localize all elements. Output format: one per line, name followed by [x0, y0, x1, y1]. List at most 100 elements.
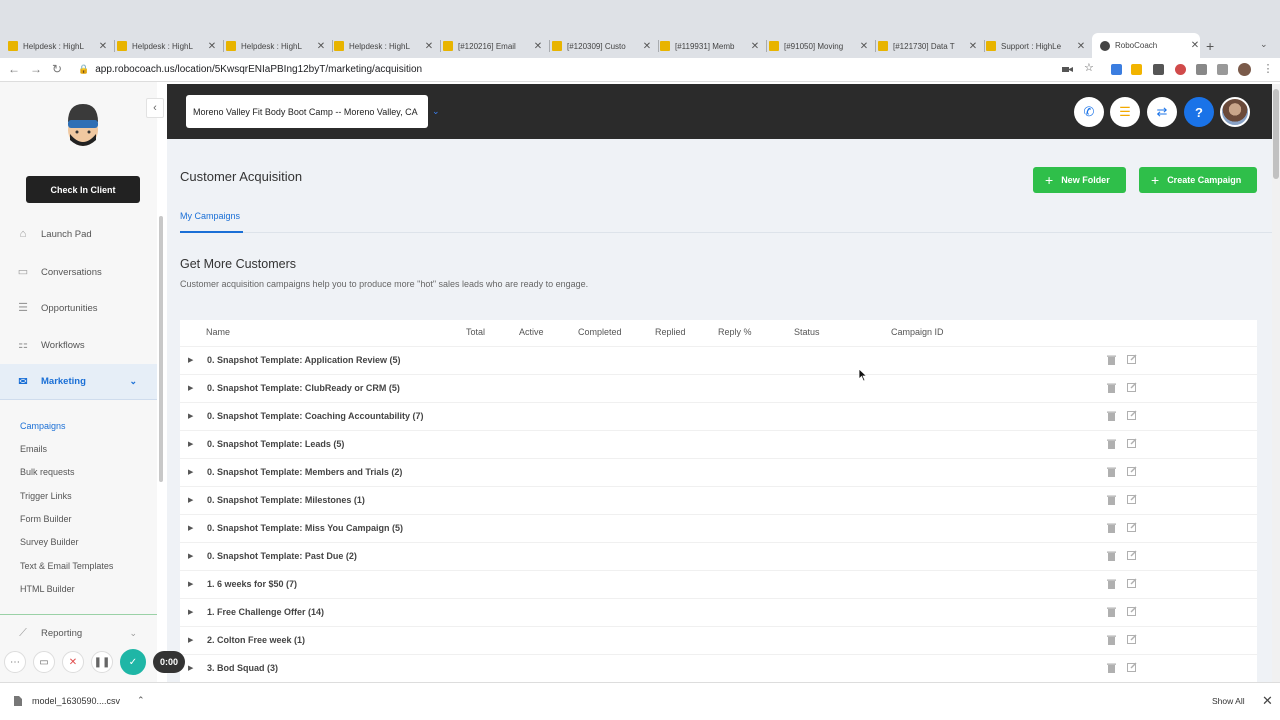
sidebar-item-conversations[interactable]: ▭ Conversations [0, 254, 157, 290]
extension-icon[interactable] [1131, 64, 1142, 75]
browser-tab[interactable]: Helpdesk : HighL ✕ [8, 35, 108, 57]
extension-icon[interactable] [1196, 64, 1207, 75]
browser-tab[interactable]: Helpdesk : HighL ✕ [117, 35, 217, 57]
back-icon[interactable]: ← [6, 62, 22, 76]
phone-icon[interactable]: ✆ [1074, 97, 1104, 127]
expand-triangle-icon[interactable]: ▶ [188, 412, 193, 420]
sidebar-sub-html-builder[interactable]: HTML Builder [20, 584, 75, 594]
close-tab-icon[interactable]: ✕ [750, 41, 760, 52]
table-row[interactable]: ▶ 0. Snapshot Template: Milestones (1) [180, 486, 1257, 514]
browser-tab[interactable]: Helpdesk : HighL ✕ [226, 35, 326, 57]
pause-icon[interactable]: ❚❚ [91, 651, 113, 673]
table-row[interactable]: ▶ 0. Snapshot Template: ClubReady or CRM … [180, 374, 1257, 402]
close-icon[interactable]: ✕ [1262, 693, 1273, 709]
expand-triangle-icon[interactable]: ▶ [188, 468, 193, 476]
user-avatar[interactable] [1220, 97, 1250, 127]
trash-icon[interactable] [1107, 607, 1116, 617]
edit-icon[interactable] [1127, 662, 1137, 672]
star-icon[interactable]: ☆ [1084, 61, 1095, 74]
column-header-campaign-id[interactable]: Campaign ID [891, 327, 944, 337]
trash-icon[interactable] [1107, 579, 1116, 589]
trash-icon[interactable] [1107, 551, 1116, 561]
browser-tab[interactable]: [#120216] Email ✕ [443, 35, 543, 57]
trash-icon[interactable] [1107, 355, 1116, 365]
sidebar-sub-bulk-requests[interactable]: Bulk requests [20, 467, 75, 477]
close-tab-icon[interactable]: ✕ [1190, 40, 1200, 51]
column-header-name[interactable]: Name [206, 327, 230, 337]
browser-tab[interactable]: [#91050] Moving ✕ [769, 35, 869, 57]
trash-icon[interactable] [1107, 439, 1116, 449]
campaign-folder-name[interactable]: 2. Colton Free week (1) [207, 635, 305, 645]
column-header-replied[interactable]: Replied [655, 327, 686, 337]
expand-triangle-icon[interactable]: ▶ [188, 384, 193, 392]
sidebar-item-marketing[interactable]: ✉ Marketing ⌄ [0, 364, 157, 400]
sidebar-item-opportunities[interactable]: ☰ Opportunities [0, 290, 157, 326]
browser-tab[interactable]: [#121730] Data T ✕ [878, 35, 978, 57]
check-in-client-button[interactable]: Check In Client [26, 176, 140, 203]
reload-icon[interactable]: ↻ [49, 62, 65, 76]
forward-icon[interactable]: → [28, 62, 44, 76]
table-row[interactable]: ▶ 0. Snapshot Template: Leads (5) [180, 430, 1257, 458]
trash-icon[interactable] [1107, 635, 1116, 645]
expand-triangle-icon[interactable]: ▶ [188, 636, 193, 644]
trash-icon[interactable] [1107, 523, 1116, 533]
edit-icon[interactable] [1127, 438, 1137, 448]
campaign-folder-name[interactable]: 0. Snapshot Template: Members and Trials… [207, 467, 402, 477]
edit-icon[interactable] [1127, 606, 1137, 616]
campaign-folder-name[interactable]: 3. Bod Squad (3) [207, 663, 278, 673]
expand-triangle-icon[interactable]: ▶ [188, 580, 193, 588]
close-tab-icon[interactable]: ✕ [1076, 41, 1086, 52]
table-row[interactable]: ▶ 1. Free Challenge Offer (14) [180, 598, 1257, 626]
camera-toggle-icon[interactable]: ▭ [33, 651, 55, 673]
expand-triangle-icon[interactable]: ▶ [188, 496, 193, 504]
browser-tab[interactable]: Support : HighLe ✕ [986, 35, 1086, 57]
table-row[interactable]: ▶ 0. Snapshot Template: Coaching Accounta… [180, 402, 1257, 430]
sidebar-item-launch-pad[interactable]: ⌂ Launch Pad [0, 216, 157, 252]
browser-tab[interactable]: RoboCoach ✕ [1092, 33, 1200, 58]
table-row[interactable]: ▶ 0. Snapshot Template: Members and Trial… [180, 458, 1257, 486]
table-row[interactable]: ▶ 0. Snapshot Template: Past Due (2) [180, 542, 1257, 570]
browser-tab[interactable]: Helpdesk : HighL ✕ [334, 35, 434, 57]
campaign-folder-name[interactable]: 0. Snapshot Template: ClubReady or CRM (… [207, 383, 400, 393]
sidebar-sub-trigger-links[interactable]: Trigger Links [20, 491, 72, 501]
url-field[interactable]: 🔒 app.robocoach.us/location/5KwsqrENIaPBI… [78, 64, 422, 75]
browser-tab[interactable]: [#119931] Memb ✕ [660, 35, 760, 57]
sidebar-sub-form-builder[interactable]: Form Builder [20, 514, 72, 524]
column-header-reply-percent[interactable]: Reply % [718, 327, 752, 337]
close-tab-icon[interactable]: ✕ [859, 41, 869, 52]
edit-icon[interactable] [1127, 494, 1137, 504]
edit-icon[interactable] [1127, 578, 1137, 588]
close-tab-icon[interactable]: ✕ [316, 41, 326, 52]
trash-icon[interactable] [1107, 495, 1116, 505]
trash-icon[interactable] [1107, 383, 1116, 393]
extension-icon[interactable] [1175, 64, 1186, 75]
expand-triangle-icon[interactable]: ▶ [188, 552, 193, 560]
collapse-sidebar-button[interactable]: ‹ [146, 98, 164, 118]
edit-icon[interactable] [1127, 466, 1137, 476]
edit-icon[interactable] [1127, 634, 1137, 644]
edit-icon[interactable] [1127, 382, 1137, 392]
sidebar-sub-emails[interactable]: Emails [20, 444, 47, 454]
table-row[interactable]: ▶ 2. Colton Free week (1) [180, 626, 1257, 654]
close-tab-icon[interactable]: ✕ [533, 41, 543, 52]
edit-icon[interactable] [1127, 522, 1137, 532]
browser-menu-icon[interactable]: ⋮ [1260, 62, 1276, 75]
close-tab-icon[interactable]: ✕ [207, 41, 217, 52]
trash-icon[interactable] [1107, 411, 1116, 421]
page-scrollbar[interactable] [1272, 84, 1280, 682]
new-tab-button[interactable]: + [1206, 38, 1214, 54]
table-row[interactable]: ▶ 0. Snapshot Template: Miss You Campaign… [180, 514, 1257, 542]
tab-search-icon[interactable]: ⌄ [1260, 39, 1268, 50]
page-scrollbar-thumb[interactable] [1273, 89, 1279, 179]
create-campaign-button[interactable]: + Create Campaign [1139, 167, 1257, 193]
sidebar-scrollbar[interactable] [159, 216, 163, 482]
campaign-folder-name[interactable]: 0. Snapshot Template: Past Due (2) [207, 551, 357, 561]
trash-icon[interactable] [1107, 467, 1116, 477]
expand-triangle-icon[interactable]: ▶ [188, 524, 193, 532]
chevron-up-icon[interactable]: ⌃ [137, 695, 145, 706]
browser-tab[interactable]: [#120309] Custo ✕ [552, 35, 652, 57]
download-item[interactable]: model_1630590....csv [14, 696, 120, 706]
campaign-folder-name[interactable]: 0. Snapshot Template: Application Review… [207, 355, 401, 365]
sidebar-sub-survey-builder[interactable]: Survey Builder [20, 537, 79, 547]
notifications-list-icon[interactable]: ☰ [1110, 97, 1140, 127]
